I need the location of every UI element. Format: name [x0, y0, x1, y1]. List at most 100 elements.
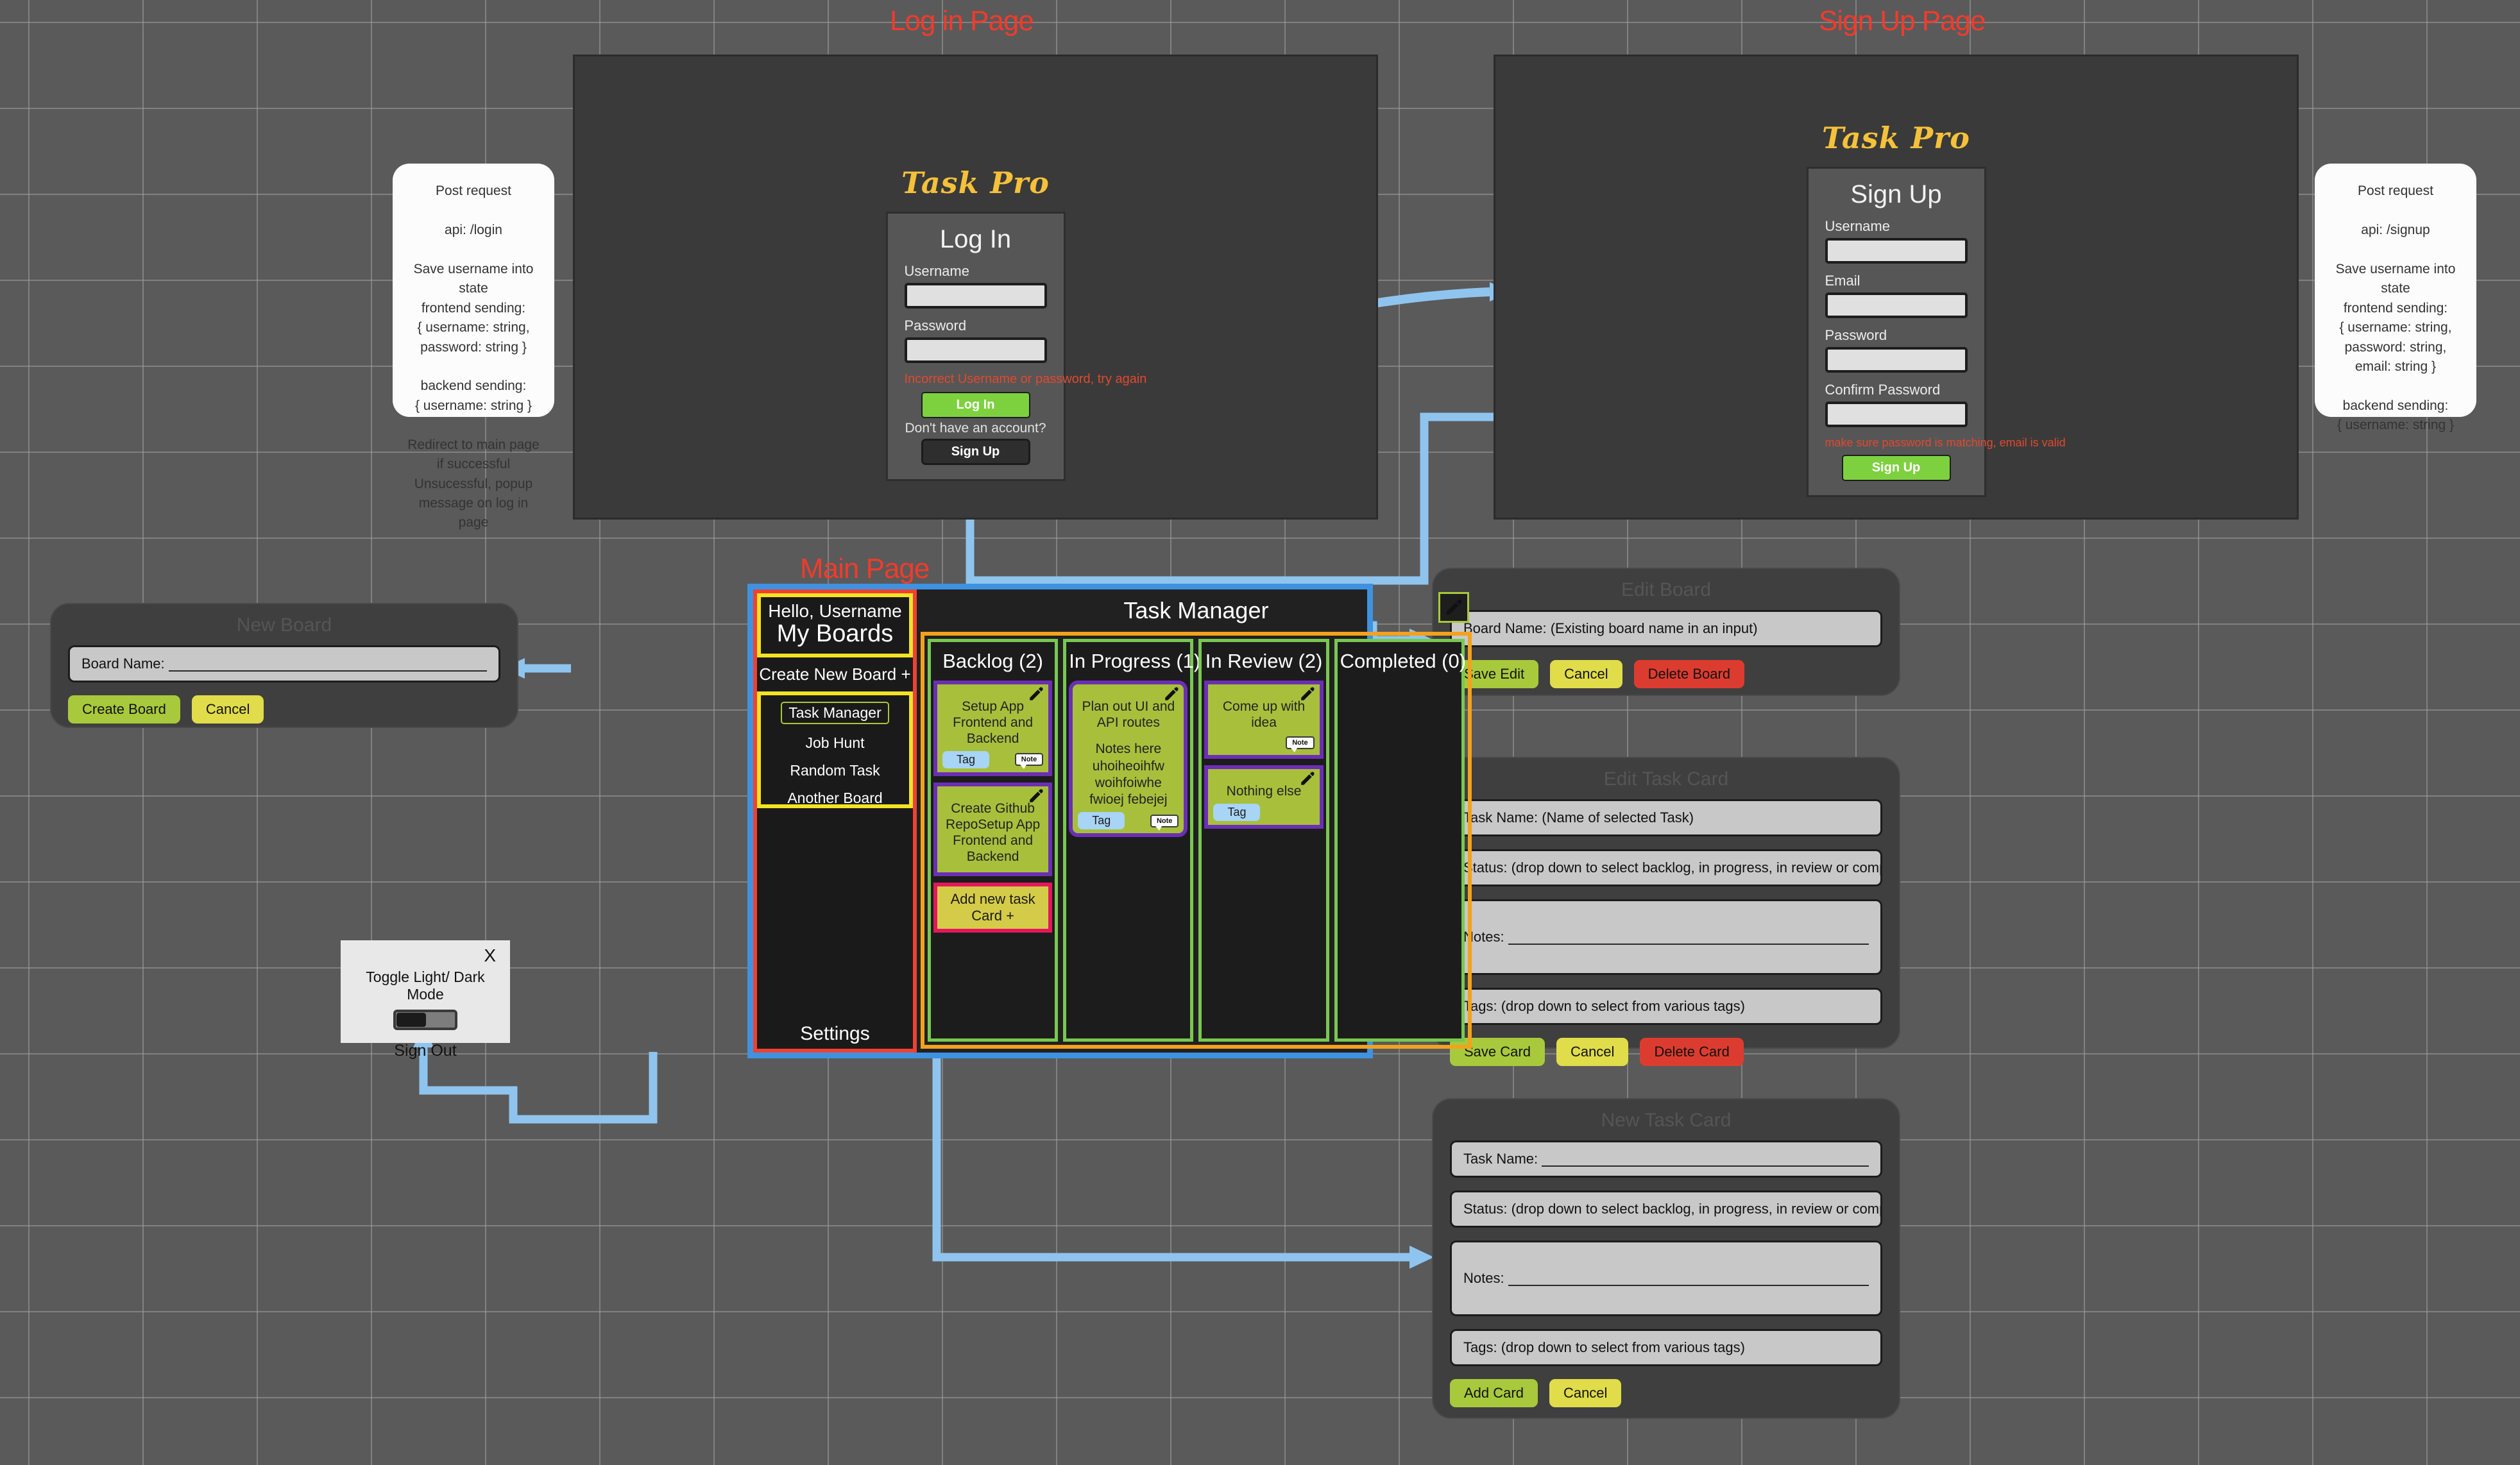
edit-board-name-input[interactable]: Board Name: (Existing board name in an i… — [1450, 610, 1882, 647]
sidebar-board-list: Task Manager Job Hunt Random Task Anothe… — [757, 691, 913, 808]
settings-popup: X Toggle Light/ Dark Mode Sign Out — [341, 940, 510, 1043]
pencil-icon[interactable] — [1163, 686, 1180, 702]
section-label-login: Log in Page — [890, 5, 1034, 37]
column-title-completed: Completed (0) — [1340, 645, 1459, 681]
signup-username-input[interactable] — [1825, 238, 1968, 264]
signup-password-label: Password — [1825, 327, 1968, 344]
signup-submit-button[interactable]: Sign Up — [1842, 455, 1951, 481]
task-card[interactable]: Setup App Frontend and Backend Tag Note — [933, 681, 1052, 776]
task-card-footer: Tag Note — [942, 751, 1043, 768]
login-username-input[interactable] — [905, 283, 1047, 309]
task-card-footer: Tag — [1213, 804, 1314, 821]
section-label-signup: Sign Up Page — [1819, 5, 1986, 37]
board-header: Task Manager — [917, 589, 1476, 632]
task-card-title: Plan out UI and API routes — [1080, 699, 1176, 731]
delete-board-button[interactable]: Delete Board — [1634, 660, 1744, 688]
new-task-tags-select[interactable]: Tags: (drop down to select from various … — [1450, 1329, 1882, 1366]
toggle-knob — [396, 1013, 426, 1027]
signup-confirm-label: Confirm Password — [1825, 382, 1968, 398]
theme-toggle-switch[interactable] — [393, 1010, 457, 1030]
edit-board-buttons: Save Edit Cancel Delete Board — [1450, 660, 1882, 688]
signup-confirm-input[interactable] — [1825, 402, 1968, 427]
column-title-backlog: Backlog (2) — [933, 645, 1052, 681]
tag-chip: Tag — [1078, 812, 1125, 829]
edit-board-cancel-button[interactable]: Cancel — [1550, 660, 1622, 688]
task-card-title: Come up with idea — [1216, 699, 1311, 731]
task-card-title: Create Github RepoSetup App Frontend and… — [945, 800, 1041, 865]
new-board-name-label: Board Name: — [81, 656, 165, 672]
new-board-panel: New Board Board Name: Create Board Cance… — [50, 603, 518, 728]
add-new-task-card-button[interactable]: Add new task Card + — [933, 883, 1052, 933]
column-title-in-progress: In Progress (1) — [1069, 645, 1188, 681]
login-card: Log In Username Password Incorrect Usern… — [886, 212, 1066, 481]
input-underline — [1542, 1151, 1869, 1166]
login-password-label: Password — [905, 318, 1047, 334]
login-page-frame: Task Pro Log In Username Password Incorr… — [573, 55, 1378, 520]
delete-card-button[interactable]: Delete Card — [1640, 1038, 1743, 1066]
new-task-card-panel: New Task Card Task Name: Status: (drop d… — [1432, 1098, 1900, 1419]
edit-task-card-buttons: Save Card Cancel Delete Card — [1450, 1038, 1882, 1066]
new-task-notes-label: Notes: — [1463, 1270, 1504, 1287]
settings-button[interactable]: Settings — [757, 1020, 913, 1049]
new-task-name-input[interactable]: Task Name: — [1450, 1140, 1882, 1178]
new-task-status-select[interactable]: Status: (drop down to select backlog, in… — [1450, 1190, 1882, 1228]
task-card-footer: Tag Note — [1078, 812, 1179, 829]
board-title: Task Manager — [1123, 597, 1268, 624]
add-card-button[interactable]: Add Card — [1450, 1379, 1538, 1407]
signup-api-note: Post request api: /signup Save username … — [2315, 164, 2476, 417]
tag-chip: Tag — [1213, 804, 1260, 821]
task-card[interactable]: Create Github RepoSetup App Frontend and… — [933, 783, 1052, 877]
sidebar-item-task-manager[interactable]: Task Manager — [781, 702, 889, 724]
new-task-notes-textarea[interactable]: Notes: — [1450, 1241, 1882, 1316]
edit-task-notes-textarea[interactable]: Notes: — [1450, 899, 1882, 975]
new-task-cancel-button[interactable]: Cancel — [1549, 1379, 1621, 1407]
sidebar-item-random-task[interactable]: Random Task — [761, 757, 909, 784]
pencil-icon[interactable] — [1299, 770, 1316, 787]
create-board-button[interactable]: Create Board — [68, 695, 180, 724]
note-icon: Note — [1286, 736, 1314, 749]
new-board-title: New Board — [68, 614, 500, 636]
column-in-review: In Review (2) Come up with idea Note — [1198, 639, 1329, 1042]
signup-password-input[interactable] — [1825, 347, 1968, 373]
signup-username-label: Username — [1825, 218, 1968, 235]
tag-chip: Tag — [942, 751, 989, 768]
task-card[interactable]: Come up with idea Note — [1204, 681, 1323, 759]
new-board-name-input[interactable]: Board Name: — [68, 645, 500, 682]
column-title-in-review: In Review (2) — [1204, 645, 1323, 681]
task-card[interactable]: Plan out UI and API routes Notes here uh… — [1069, 681, 1188, 837]
edit-task-name-input[interactable]: Task Name: (Name of selected Task) — [1450, 799, 1882, 836]
login-submit-button[interactable]: Log In — [921, 392, 1030, 418]
note-icon: Note — [1015, 753, 1043, 766]
notes-underline — [1508, 929, 1869, 944]
create-new-board-button[interactable]: Create New Board + — [757, 657, 913, 691]
sidebar-item-job-hunt[interactable]: Job Hunt — [761, 729, 909, 757]
pencil-icon[interactable] — [1028, 788, 1044, 804]
board-area: Task Manager Backlog (2) Setup App Front… — [917, 589, 1476, 1053]
task-card-title: Setup App Frontend and Backend — [945, 699, 1041, 747]
task-card[interactable]: Nothing else Tag — [1204, 765, 1323, 828]
pencil-icon[interactable] — [1028, 686, 1044, 702]
edit-board-button[interactable] — [1438, 592, 1469, 623]
edit-task-cancel-button[interactable]: Cancel — [1556, 1038, 1628, 1066]
login-password-input[interactable] — [905, 337, 1047, 363]
login-api-note: Post request api: /login Save username i… — [393, 164, 554, 417]
edit-board-title: Edit Board — [1450, 579, 1882, 601]
sidebar-item-task-manager-wrap: Task Manager — [761, 699, 909, 729]
new-board-cancel-button[interactable]: Cancel — [192, 695, 264, 724]
sidebar-spacer — [757, 808, 913, 1020]
pencil-icon[interactable] — [1299, 686, 1316, 702]
login-error-message: Incorrect Username or password, try agai… — [905, 372, 1047, 387]
edit-task-card-panel: Edit Task Card Task Name: (Name of selec… — [1432, 757, 1900, 1049]
sign-out-button[interactable]: Sign Out — [355, 1042, 496, 1060]
column-completed: Completed (0) — [1334, 639, 1465, 1042]
login-signup-button[interactable]: Sign Up — [921, 439, 1030, 465]
edit-task-status-select[interactable]: Status: (drop down to select backlog, in… — [1450, 849, 1882, 886]
edit-task-tags-select[interactable]: Tags: (drop down to select from various … — [1450, 988, 1882, 1025]
signup-email-label: Email — [1825, 273, 1968, 289]
task-card-notes: Notes here uhoiheoihfw woihfoiwhe fwioej… — [1080, 741, 1176, 808]
main-app-frame: Hello, Username My Boards Create New Boa… — [747, 584, 1373, 1058]
signup-email-input[interactable] — [1825, 292, 1968, 318]
pencil-icon — [1444, 598, 1463, 617]
close-icon[interactable]: X — [355, 947, 496, 965]
toggle-theme-label: Toggle Light/ Dark Mode — [355, 969, 496, 1003]
